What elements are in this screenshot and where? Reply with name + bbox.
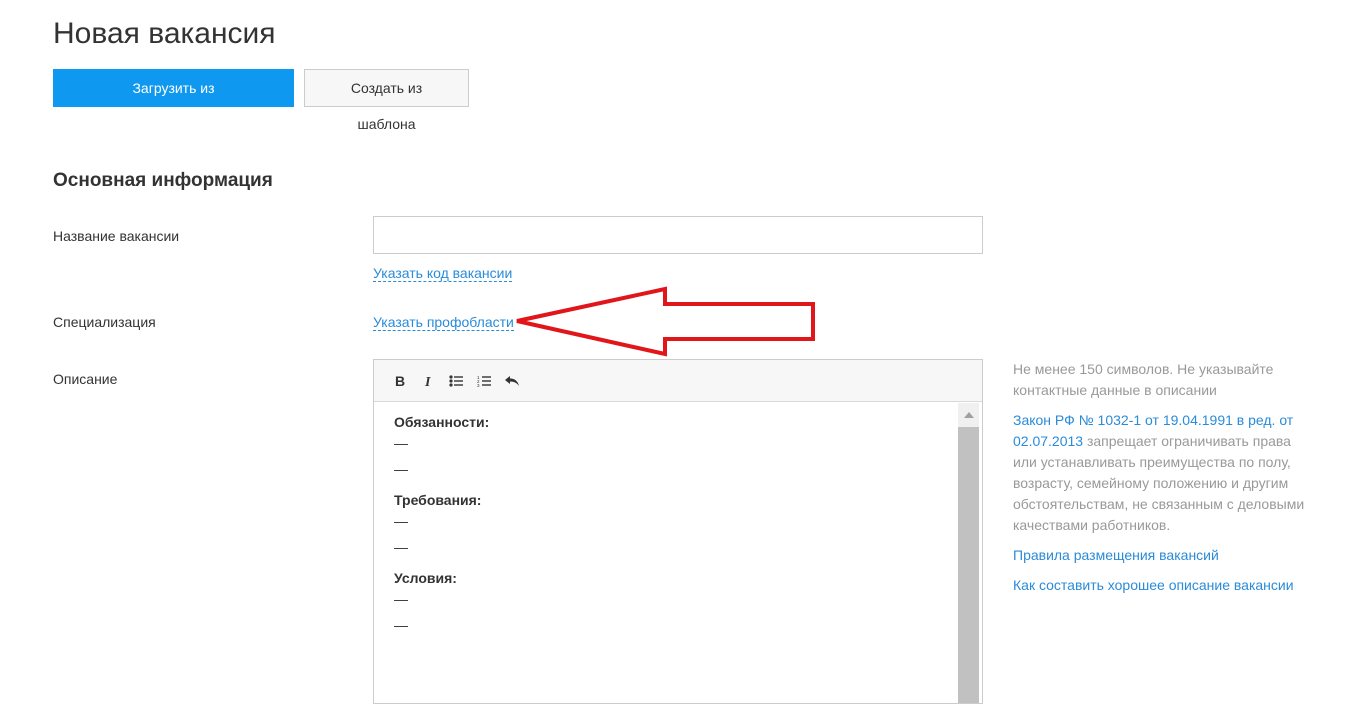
editor-scrollbar[interactable] (958, 403, 979, 703)
howto-link[interactable]: Как составить хорошее описание вакансии (1013, 577, 1294, 593)
create-from-template-button[interactable]: Создать из шаблона (304, 69, 469, 132)
italic-icon[interactable]: I (414, 367, 442, 395)
requirements-line-1: — (394, 513, 408, 529)
vacancy-code-link[interactable]: Указать код вакансии (373, 265, 513, 282)
requirements-line-2: — (394, 539, 408, 555)
description-help: Не менее 150 символов. Не указывайте кон… (1013, 359, 1313, 605)
load-unpublished-button[interactable]: Загрузить из неопубликованных (53, 69, 294, 132)
description-editor[interactable]: B I 1 2 3 Обязанности: — — Требования: —… (373, 359, 983, 704)
rules-link[interactable]: Правила размещения вакансий (1013, 547, 1219, 563)
section-title: Основная информация (53, 170, 273, 191)
requirements-heading: Требования: (394, 492, 482, 508)
conditions-heading: Условия: (394, 570, 457, 586)
editor-toolbar: B I 1 2 3 (374, 360, 982, 402)
numbered-list-icon[interactable]: 1 2 3 (470, 367, 498, 395)
specialization-label: Специализация (53, 314, 156, 330)
vacancy-name-label: Название вакансии (53, 228, 180, 244)
svg-text:B: B (395, 374, 405, 388)
page-title: Новая вакансия (53, 17, 276, 50)
bulleted-list-icon[interactable] (442, 367, 470, 395)
bold-icon[interactable]: B (386, 367, 414, 395)
conditions-line-2: — (394, 617, 408, 633)
conditions-line-1: — (394, 591, 408, 607)
min-chars-hint: Не менее 150 символов. Не указывайте кон… (1013, 361, 1274, 398)
duties-line-2: — (394, 461, 408, 477)
editor-content[interactable]: Обязанности: — — Требования: — — Условия… (374, 402, 982, 660)
editor-block-conditions: Условия: — — (394, 570, 962, 638)
scroll-up-arrow-icon[interactable] (958, 403, 979, 427)
description-label: Описание (53, 371, 118, 387)
duties-line-1: — (394, 435, 408, 451)
editor-block-duties: Обязанности: — — (394, 414, 962, 482)
svg-text:3: 3 (477, 383, 480, 387)
law-hint: Закон РФ № 1032-1 от 19.04.1991 в ред. о… (1013, 410, 1313, 536)
vacancy-name-input[interactable] (373, 216, 983, 254)
editor-block-requirements: Требования: — — (394, 492, 962, 560)
duties-heading: Обязанности: (394, 414, 490, 430)
svg-text:I: I (424, 375, 431, 388)
specialization-link[interactable]: Указать профобласти (373, 314, 514, 331)
undo-icon[interactable] (498, 367, 526, 395)
annotation-arrow-icon (516, 286, 815, 357)
scroll-thumb[interactable] (958, 427, 979, 703)
